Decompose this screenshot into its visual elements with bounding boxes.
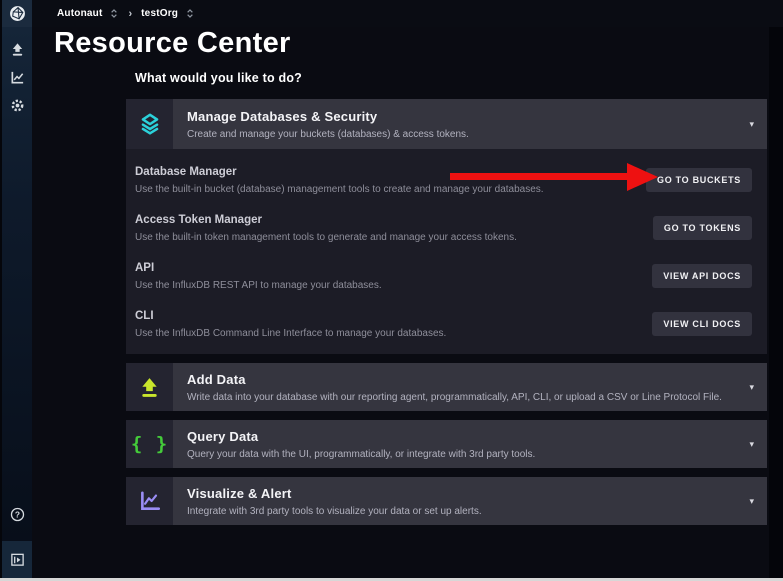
influxdb-logo[interactable] (2, 0, 32, 27)
list-item-database-manager: Database Manager Use the built-in bucket… (135, 156, 752, 204)
chart-line-icon (138, 489, 162, 513)
breadcrumb-org[interactable]: Autonaut (57, 8, 119, 19)
chevron-down-icon[interactable]: ▾ (749, 420, 767, 468)
section-title: Manage Databases & Security (187, 109, 735, 124)
item-description: Use the built-in bucket (database) manag… (135, 184, 544, 195)
item-description: Use the built-in token management tools … (135, 232, 517, 243)
item-text: Access Token Manager Use the built-in to… (135, 214, 517, 243)
section-description: Integrate with 3rd party tools to visual… (187, 506, 735, 517)
sidebar-item-settings[interactable] (2, 97, 32, 113)
section-title: Query Data (187, 429, 735, 444)
upload-icon (138, 376, 161, 399)
sidebar-nav (2, 41, 32, 113)
item-description: Use the InfluxDB Command Line Interface … (135, 328, 446, 339)
go-to-tokens-button[interactable]: GO TO TOKENS (653, 216, 752, 240)
section-visualize-alert: Visualize & Alert Integrate with 3rd par… (126, 477, 767, 525)
item-title: Database Manager (135, 166, 544, 178)
sort-caret-icon (109, 8, 119, 19)
gear-icon (10, 98, 25, 113)
section-add-data: Add Data Write data into your database w… (126, 363, 767, 411)
section-header-text: Manage Databases & Security Create and m… (173, 99, 749, 149)
help-icon: ? (10, 507, 25, 522)
sidebar-item-data-explorer[interactable] (2, 69, 32, 85)
feedback-icon (10, 552, 25, 567)
section-header-manage-databases[interactable]: Manage Databases & Security Create and m… (126, 99, 767, 149)
item-title: CLI (135, 310, 446, 322)
view-cli-docs-button[interactable]: VIEW CLI DOCS (652, 312, 752, 336)
page-subtitle: What would you like to do? (135, 71, 302, 85)
influxdb-logo-icon (9, 5, 26, 22)
chevron-down-icon[interactable]: ▾ (749, 363, 767, 411)
section-header-visualize-alert[interactable]: Visualize & Alert Integrate with 3rd par… (126, 477, 767, 525)
section-query-data: { } Query Data Query your data with the … (126, 420, 767, 468)
section-header-text: Query Data Query your data with the UI, … (173, 420, 749, 468)
section-header-text: Visualize & Alert Integrate with 3rd par… (173, 477, 749, 525)
page-title: Resource Center (54, 27, 291, 60)
section-icon-cell (126, 363, 173, 411)
go-to-buckets-button[interactable]: GO TO BUCKETS (646, 168, 752, 192)
sidebar-item-version[interactable] (2, 541, 32, 578)
chevron-down-icon[interactable]: ▾ (749, 477, 767, 525)
section-icon-cell (126, 99, 173, 149)
view-api-docs-button[interactable]: VIEW API DOCS (652, 264, 752, 288)
section-description: Create and manage your buckets (database… (187, 129, 735, 140)
layers-icon (137, 111, 163, 137)
section-icon-cell (126, 477, 173, 525)
breadcrumb-org-label: Autonaut (57, 8, 102, 19)
list-item-access-token-manager: Access Token Manager Use the built-in to… (135, 204, 752, 252)
sidebar-item-help[interactable]: ? (2, 507, 32, 522)
section-header-add-data[interactable]: Add Data Write data into your database w… (126, 363, 767, 411)
item-text: CLI Use the InfluxDB Command Line Interf… (135, 310, 446, 339)
chevron-down-icon[interactable]: ▾ (749, 99, 767, 149)
section-description: Query your data with the UI, programmati… (187, 449, 735, 460)
section-body-manage-databases: Database Manager Use the built-in bucket… (126, 149, 767, 354)
item-title: API (135, 262, 382, 274)
section-icon-cell: { } (126, 420, 173, 468)
upload-icon (10, 42, 25, 57)
svg-text:?: ? (14, 510, 19, 520)
section-title: Visualize & Alert (187, 486, 735, 501)
section-header-text: Add Data Write data into your database w… (173, 363, 749, 411)
item-text: Database Manager Use the built-in bucket… (135, 166, 544, 195)
item-title: Access Token Manager (135, 214, 517, 226)
resource-center-panel: Manage Databases & Security Create and m… (126, 99, 767, 534)
sidebar: ? (2, 0, 32, 578)
breadcrumb-account[interactable]: testOrg (141, 8, 195, 19)
topbar: Autonaut › testOrg (32, 0, 783, 27)
braces-icon: { } (131, 433, 168, 455)
item-description: Use the InfluxDB REST API to manage your… (135, 280, 382, 291)
list-item-cli: CLI Use the InfluxDB Command Line Interf… (135, 300, 752, 348)
breadcrumb-separator: › (128, 8, 132, 20)
breadcrumb-account-label: testOrg (141, 8, 178, 19)
right-edge-column (769, 27, 783, 578)
section-header-query-data[interactable]: { } Query Data Query your data with the … (126, 420, 767, 468)
section-title: Add Data (187, 372, 735, 387)
section-description: Write data into your database with our r… (187, 392, 735, 403)
list-item-api: API Use the InfluxDB REST API to manage … (135, 252, 752, 300)
sort-caret-icon (185, 8, 195, 19)
sidebar-item-load-data[interactable] (2, 41, 32, 57)
graph-icon (10, 70, 25, 85)
item-text: API Use the InfluxDB REST API to manage … (135, 262, 382, 291)
section-manage-databases: Manage Databases & Security Create and m… (126, 99, 767, 354)
